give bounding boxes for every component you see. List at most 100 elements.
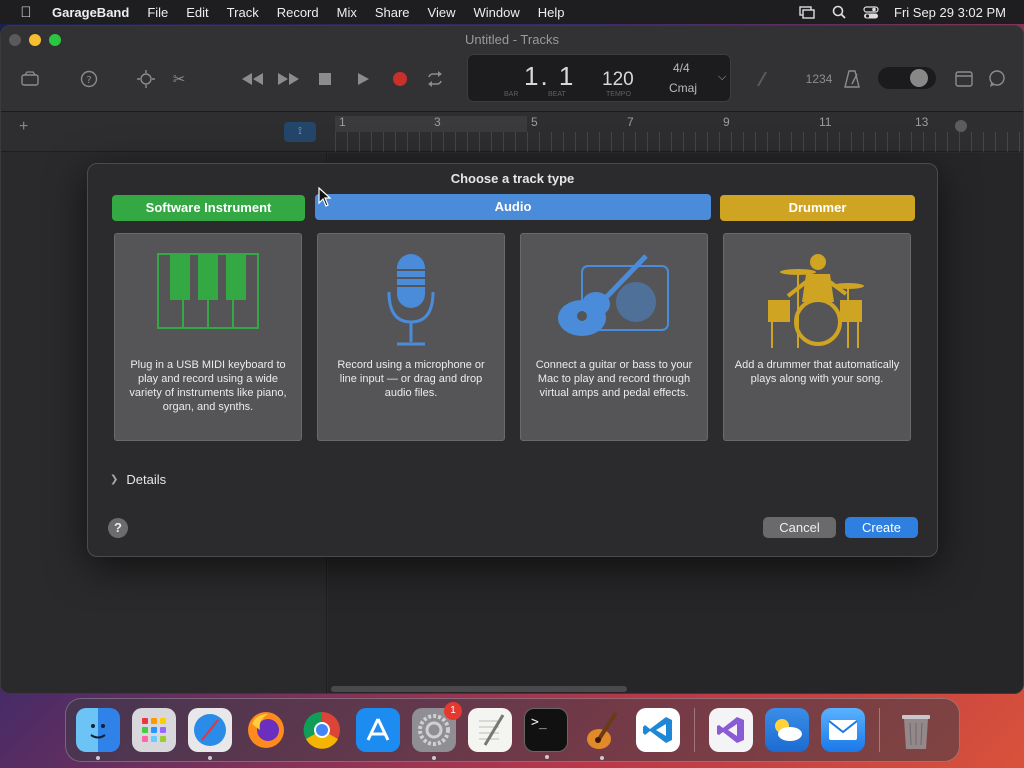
horizontal-scrollbar[interactable] [331, 686, 627, 692]
ruler-mark: 1 [339, 115, 346, 129]
cancel-button[interactable]: Cancel [763, 517, 836, 538]
cycle-icon[interactable] [424, 68, 446, 90]
drummer-tab[interactable]: Drummer [720, 195, 915, 221]
zoom-slider-knob[interactable] [955, 120, 967, 132]
lcd-bar-beat: 1. 1 [524, 61, 576, 91]
library-icon[interactable] [19, 68, 41, 90]
details-disclosure[interactable]: ❯ Details [110, 472, 166, 487]
software-instrument-card[interactable]: Plug in a USB MIDI keyboard to play and … [114, 233, 302, 441]
lcd-beat-label: BEAT [548, 91, 566, 98]
menu-app-garageband[interactable]: GarageBand [52, 5, 138, 20]
audio-guitar-card[interactable]: Connect a guitar or bass to your Mac to … [520, 233, 708, 441]
drummer-icon [724, 252, 910, 352]
smart-controls-icon[interactable] [135, 68, 157, 90]
rewind-icon[interactable] [239, 68, 265, 90]
ruler-mark: 3 [434, 115, 441, 129]
menubar:  GarageBand File Edit Track Record Mix … [0, 0, 1024, 24]
chevron-right-icon: ❯ [110, 474, 119, 485]
ruler-mark: 13 [915, 115, 929, 129]
menu-track[interactable]: Track [218, 5, 268, 20]
menu-help[interactable]: Help [529, 5, 574, 20]
chrome-icon[interactable] [300, 708, 344, 752]
titlebar: Untitled - Tracks ? ✂ 1. 1 BAR BEAT 120 … [1, 26, 1023, 112]
timeline-ruler[interactable]: 1 3 5 7 9 11 13 [335, 112, 1023, 152]
audio-microphone-description: Record using a microphone or line input … [337, 359, 485, 399]
menu-record[interactable]: Record [268, 5, 328, 20]
app-store-icon[interactable] [356, 708, 400, 752]
lcd-bar-label: BAR [504, 91, 519, 98]
scissors-icon[interactable]: ✂ [168, 68, 190, 90]
drummer-description: Add a drummer that automatically plays a… [734, 359, 900, 385]
menu-mix[interactable]: Mix [328, 5, 366, 20]
dock: 1 >_ [65, 698, 960, 762]
create-button[interactable]: Create [845, 517, 918, 538]
audio-guitar-description: Connect a guitar or bass to your Mac to … [535, 359, 693, 399]
mouse-cursor-icon [318, 187, 332, 207]
fast-forward-icon[interactable] [276, 68, 302, 90]
software-instrument-tab[interactable]: Software Instrument [112, 195, 305, 221]
count-in-icon[interactable]: 1234 [804, 68, 834, 90]
lcd-time-signature: 4/4 [673, 61, 690, 75]
audio-tab[interactable]: Audio [315, 194, 711, 220]
ruler-mark: 5 [531, 115, 538, 129]
visual-studio-icon[interactable] [709, 708, 753, 752]
record-icon[interactable] [389, 68, 411, 90]
notepad-icon[interactable] [953, 68, 975, 90]
lcd-tempo: 120 [602, 69, 634, 90]
menu-window[interactable]: Window [465, 5, 529, 20]
details-label: Details [126, 472, 167, 487]
menu-view[interactable]: View [419, 5, 465, 20]
finder-icon[interactable] [76, 708, 120, 760]
safari-icon[interactable] [188, 708, 232, 760]
catch-playhead-icon[interactable]: ⟟ [284, 122, 316, 142]
svg-text:?: ? [86, 75, 91, 86]
dock-separator [879, 708, 880, 752]
dialog-title: Choose a track type [450, 171, 575, 186]
weather-icon[interactable] [765, 708, 809, 752]
stop-icon[interactable] [314, 68, 336, 90]
menubar-clock[interactable]: Fri Sep 29 3:02 PM [894, 5, 1006, 20]
master-volume-toggle[interactable] [878, 67, 936, 89]
garageband-icon[interactable] [580, 708, 624, 760]
tuner-icon[interactable] [751, 68, 773, 90]
menu-share[interactable]: Share [366, 5, 419, 20]
launchpad-icon[interactable] [132, 708, 176, 752]
ruler-mark: 9 [723, 115, 730, 129]
screen-mirroring-icon[interactable] [798, 5, 816, 19]
lcd-display[interactable]: 1. 1 BAR BEAT 120 TEMPO 4/4 Cmaj ⌵ [467, 54, 731, 102]
microphone-icon [318, 252, 504, 352]
system-settings-icon[interactable]: 1 [412, 702, 462, 760]
control-center-icon[interactable] [862, 5, 880, 19]
dock-separator [694, 708, 695, 752]
ruler-mark: 11 [819, 115, 832, 129]
add-track-icon[interactable]: + [19, 118, 28, 136]
window-title: Untitled - Tracks [465, 32, 559, 47]
mail-icon[interactable] [821, 708, 865, 752]
play-icon[interactable] [352, 68, 374, 90]
tracks-header: + ⟟ 1 3 5 7 9 11 13 [1, 112, 1023, 152]
guitar-amp-icon [521, 252, 707, 352]
loop-browser-icon[interactable] [986, 68, 1008, 90]
trash-icon[interactable] [894, 708, 938, 752]
cycle-region[interactable] [335, 116, 527, 132]
software-instrument-description: Plug in a USB MIDI keyboard to play and … [129, 359, 287, 413]
toolbar: ? ✂ 1. 1 BAR BEAT 120 TEMPO 4/4 Cmaj ⌵ 1… [1, 54, 1023, 104]
apple-icon[interactable]:  [0, 4, 52, 21]
audio-microphone-card[interactable]: Record using a microphone or line input … [317, 233, 505, 441]
metronome-icon[interactable] [841, 68, 863, 90]
terminal-icon[interactable]: >_ [524, 708, 568, 759]
menu-file[interactable]: File [138, 5, 177, 20]
spotlight-search-icon[interactable] [830, 5, 848, 19]
ruler-ticks [335, 132, 1023, 152]
drummer-card[interactable]: Add a drummer that automatically plays a… [723, 233, 911, 441]
ruler-mark: 7 [627, 115, 634, 129]
chevron-down-icon[interactable]: ⌵ [718, 71, 726, 84]
menu-edit[interactable]: Edit [177, 5, 217, 20]
help-button[interactable]: ? [108, 518, 128, 538]
textedit-icon[interactable] [468, 708, 512, 752]
settings-badge: 1 [444, 702, 462, 720]
vscode-icon[interactable] [636, 708, 680, 752]
firefox-icon[interactable] [244, 708, 288, 752]
new-track-dialog: Choose a track type Software Instrument … [87, 163, 938, 557]
quick-help-icon[interactable]: ? [78, 68, 100, 90]
